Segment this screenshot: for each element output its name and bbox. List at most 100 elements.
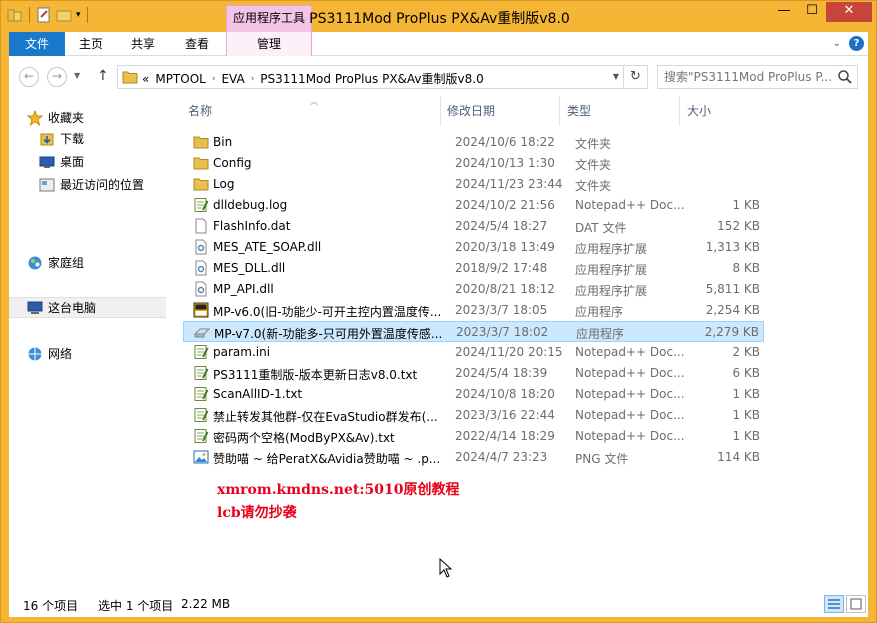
details-view-button[interactable] [824,595,844,613]
chevron-right-icon[interactable]: › [212,74,216,84]
file-size: 8 KB [732,261,760,275]
recent-locations-icon[interactable]: ▼ [74,71,80,80]
file-type: Notepad++ Doc... [575,198,685,212]
file-row[interactable]: MP_API.dll 2020/8/21 18:12 应用程序扩展 5,811 KB [183,279,764,300]
selection-count: 选中 1 个项目 [98,599,174,613]
file-size: 2,279 KB [704,325,759,339]
nav-item-desktop[interactable]: 桌面 [9,151,166,172]
refresh-icon[interactable]: ↻ [623,66,647,88]
tab-share[interactable]: 共享 [117,32,169,56]
file-row[interactable]: ScanAllID-1.txt 2024/10/8 18:20 Notepad++ … [183,384,764,405]
file-name: MES_DLL.dll [213,261,286,275]
tab-home[interactable]: 主页 [67,32,115,56]
file-row[interactable]: Log 2024/11/23 23:44 文件夹 [183,174,764,195]
file-row[interactable]: 禁止转发其他群-仅在EvaStudio群发布(... 2023/3/16 22:4… [183,405,764,426]
file-date: 2024/10/8 18:20 [455,387,555,401]
watermark-line-2: lcb请勿抄袭 [217,505,297,521]
file-row[interactable]: MES_DLL.dll 2018/9/2 17:48 应用程序扩展 8 KB [183,258,764,279]
help-icon[interactable]: ? [849,36,864,51]
nav-label: 最近访问的位置 [60,178,145,192]
notepad-icon [193,344,209,360]
ribbon-controls: ⌄ ? [833,36,864,51]
file-type: Notepad++ Doc... [575,429,685,443]
expand-ribbon-icon[interactable]: ⌄ [833,38,841,49]
file-name: Bin [213,135,233,149]
window-content: 文件 主页 共享 查看 管理 ⌄ ? ← → ▼ ↑ « MPTOOL › EV… [9,32,868,617]
maximize-button[interactable]: ☐ [798,2,826,22]
watermark-line-1: xmrom.kmdns.net:5010原创教程 [217,482,460,498]
file-name: MP_API.dll [213,282,274,296]
file-row[interactable]: Config 2024/10/13 1:30 文件夹 [183,153,764,174]
search-icon[interactable] [837,69,853,85]
network-icon [28,347,42,360]
image-icon [193,449,209,465]
file-row[interactable]: param.ini 2024/11/20 20:15 Notepad++ Doc..… [183,342,764,363]
breadcrumb-item-mptool[interactable]: MPTOOL [155,72,206,86]
file-name: 密码两个空格(ModByPX&Av).txt [213,431,395,445]
file-name: 赞助喵 ~ 给PeratX&Avidia赞助喵 ~ .p... [213,452,441,466]
file-date: 2024/10/13 1:30 [455,156,555,170]
navigation-pane: 收藏夹 下载 桌面 最近访问的位置 家庭组 这台电脑 网络 [9,96,166,590]
file-row[interactable]: FlashInfo.dat 2024/5/4 18:27 DAT 文件 152 KB [183,216,764,237]
breadcrumb-item-eva[interactable]: EVA [221,72,244,86]
address-dropdown-icon[interactable]: ▼ [613,72,619,81]
column-header-date[interactable]: 修改日期 [442,96,560,126]
file-type: 文件夹 [575,137,612,151]
forward-button[interactable]: → [47,67,67,87]
folder-icon [193,155,209,171]
file-name: MES_ATE_SOAP.dll [213,240,322,254]
up-button[interactable]: ↑ [97,68,109,84]
sata-icon [193,302,209,318]
nav-label: 这台电脑 [48,301,97,315]
column-header-name[interactable]: 名称 [183,96,441,126]
file-row[interactable]: Bin 2024/10/6 18:22 文件夹 [183,132,764,153]
file-date: 2024/11/20 20:15 [455,345,563,359]
address-bar[interactable]: « MPTOOL › EVA › PS3111Mod ProPlus PX&Av… [117,65,648,89]
file-row[interactable]: MP-v6.0(旧-功能少-可开主控内置温度传... 2023/3/7 18:05… [183,300,764,321]
file-row[interactable]: 赞助喵 ~ 给PeratX&Avidia赞助喵 ~ .p... 2024/4/7 … [183,447,764,468]
nav-label: 收藏夹 [48,111,85,125]
back-button[interactable]: ← [19,67,39,87]
search-input[interactable] [658,66,834,88]
download-folder-icon [40,133,54,145]
file-type: PNG 文件 [575,452,629,466]
notepad-icon [193,197,209,213]
folder-icon [122,71,138,84]
mouse-cursor-icon [439,558,453,578]
large-icons-view-button[interactable] [846,595,866,613]
close-button[interactable]: ✕ [826,2,872,22]
file-name: PS3111重制版-版本更新日志v8.0.txt [213,368,418,382]
title-bar: ▾ 应用程序工具 PS3111Mod ProPlus PX&Av重制版v8.0 … [1,1,877,32]
nav-item-recent[interactable]: 最近访问的位置 [9,174,166,195]
breadcrumb-item-current[interactable]: PS3111Mod ProPlus PX&Av重制版v8.0 [260,70,483,87]
file-type: Notepad++ Doc... [575,345,685,359]
breadcrumb-overflow[interactable]: « [142,72,149,86]
nav-item-downloads[interactable]: 下载 [9,128,166,149]
file-row[interactable]: MES_ATE_SOAP.dll 2020/3/18 13:49 应用程序扩展 1,3… [183,237,764,258]
file-name: dlldebug.log [213,198,288,212]
tab-view[interactable]: 查看 [171,32,223,56]
chevron-right-icon[interactable]: › [251,74,255,84]
nav-item-homegroup[interactable]: 家庭组 [9,252,166,273]
tab-file[interactable]: 文件 [9,32,65,56]
column-header-size[interactable]: 大小 [682,96,762,126]
nav-item-favorites[interactable]: 收藏夹 [9,107,166,128]
file-icon [193,218,209,234]
minimize-button[interactable]: — [770,2,798,22]
column-header-type[interactable]: 类型 [562,96,680,126]
explorer-window: ▾ 应用程序工具 PS3111Mod ProPlus PX&Av重制版v8.0 … [0,0,877,623]
file-size: 2 KB [732,345,760,359]
dll-icon [193,281,209,297]
file-row[interactable]: 密码两个空格(ModByPX&Av).txt 2022/4/14 18:29 Not… [183,426,764,447]
nav-item-network[interactable]: 网络 [9,343,166,364]
file-date: 2024/4/7 23:23 [455,450,548,464]
tab-manage[interactable]: 管理 [226,32,312,56]
homegroup-icon [28,256,42,269]
file-size: 2,254 KB [705,303,760,317]
nav-item-this-pc[interactable]: 这台电脑 [9,297,166,318]
file-row[interactable]: PS3111重制版-版本更新日志v8.0.txt 2024/5/4 18:39 No… [183,363,764,384]
file-row[interactable]: MP-v7.0(新-功能多-只可用外置温度传感... 2023/3/7 18:02… [183,321,764,342]
file-size: 1,313 KB [705,240,760,254]
file-row[interactable]: dlldebug.log 2024/10/2 21:56 Notepad++ Doc… [183,195,764,216]
window-controls: — ☐ ✕ [770,2,872,22]
